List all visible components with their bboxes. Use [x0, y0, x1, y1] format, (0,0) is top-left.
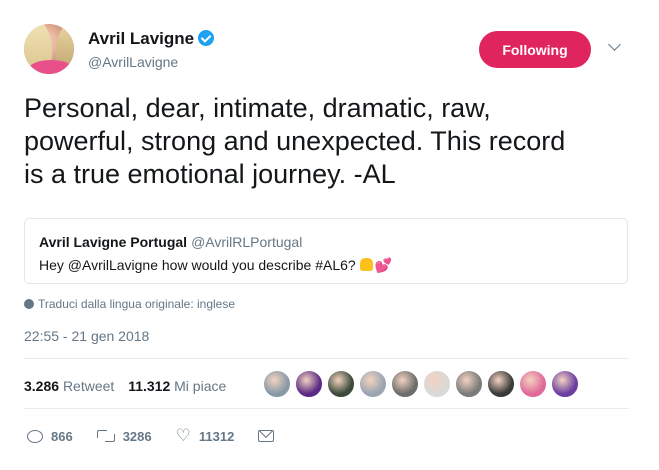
verified-badge-icon: [198, 30, 215, 46]
globe-icon: [24, 299, 34, 309]
chevron-down-icon[interactable]: [608, 38, 621, 51]
quoted-tweet-text-row: Hey @AvrilLavigne how would you describe…: [39, 257, 392, 274]
liker-avatar[interactable]: [487, 370, 515, 398]
retweets-count[interactable]: 3.286: [24, 378, 59, 394]
tweet-actions: 866 3286 ♡ 11312: [27, 426, 298, 446]
liker-avatar[interactable]: [263, 370, 291, 398]
quoted-author-handle: @AvrilRLPortugal: [191, 234, 303, 250]
heart-icon: ♡: [175, 426, 191, 445]
author-handle[interactable]: @AvrilLavigne: [88, 54, 178, 70]
retweet-icon: [96, 430, 115, 442]
tweet-text: Personal, dear, intimate, dramatic, raw,…: [24, 93, 566, 189]
liker-avatar[interactable]: [359, 370, 387, 398]
liker-avatars: [263, 370, 583, 398]
retweet-button[interactable]: 3286: [96, 428, 152, 444]
liker-avatar[interactable]: [551, 370, 579, 398]
reply-count: 866: [51, 428, 73, 444]
avatar[interactable]: [24, 24, 74, 74]
reply-icon: [27, 429, 43, 443]
following-button[interactable]: Following: [479, 31, 591, 68]
like-button[interactable]: ♡ 11312: [175, 426, 235, 445]
retweets-label[interactable]: Retweet: [63, 378, 114, 394]
quoted-tweet-text: Hey @AvrilLavigne how would you describe…: [39, 257, 356, 273]
like-count: 11312: [198, 428, 235, 444]
author-name-row[interactable]: Avril Lavigne: [88, 29, 215, 49]
liker-avatar[interactable]: [391, 370, 419, 398]
quoted-tweet[interactable]: Avril Lavigne Portugal @AvrilRLPortugal H…: [24, 218, 628, 284]
two-hearts-emoji-icon: 💕: [374, 257, 393, 273]
quoted-author-name: Avril Lavigne Portugal: [39, 234, 188, 250]
divider: [24, 408, 629, 409]
translate-label[interactable]: Traduci dalla lingua originale: inglese: [38, 297, 235, 311]
reply-button[interactable]: 866: [27, 429, 73, 444]
liker-avatar[interactable]: [519, 370, 547, 398]
tweet-stats: 3.286 Retweet 11.312 Mi piace: [24, 378, 226, 394]
liker-avatar[interactable]: [423, 370, 451, 398]
retweet-count: 3286: [122, 428, 152, 444]
likes-count[interactable]: 11.312: [128, 378, 170, 394]
translate-link[interactable]: Traduci dalla lingua originale: inglese: [24, 297, 235, 311]
author-name[interactable]: Avril Lavigne: [88, 29, 194, 48]
likes-label[interactable]: Mi piace: [174, 378, 226, 394]
liker-avatar[interactable]: [455, 370, 483, 398]
likes-stat[interactable]: 11.312 Mi piace: [128, 378, 226, 394]
envelope-icon: [258, 430, 275, 442]
folded-hands-emoji-icon: [359, 258, 373, 271]
liker-avatar[interactable]: [295, 370, 323, 398]
liker-avatar[interactable]: [327, 370, 355, 398]
divider: [24, 358, 629, 359]
retweets-stat[interactable]: 3.286 Retweet: [24, 378, 114, 394]
tweet-timestamp[interactable]: 22:55 - 21 gen 2018: [24, 328, 149, 344]
quoted-author-row: Avril Lavigne Portugal @AvrilRLPortugal: [39, 234, 302, 250]
direct-message-button[interactable]: [258, 430, 275, 442]
